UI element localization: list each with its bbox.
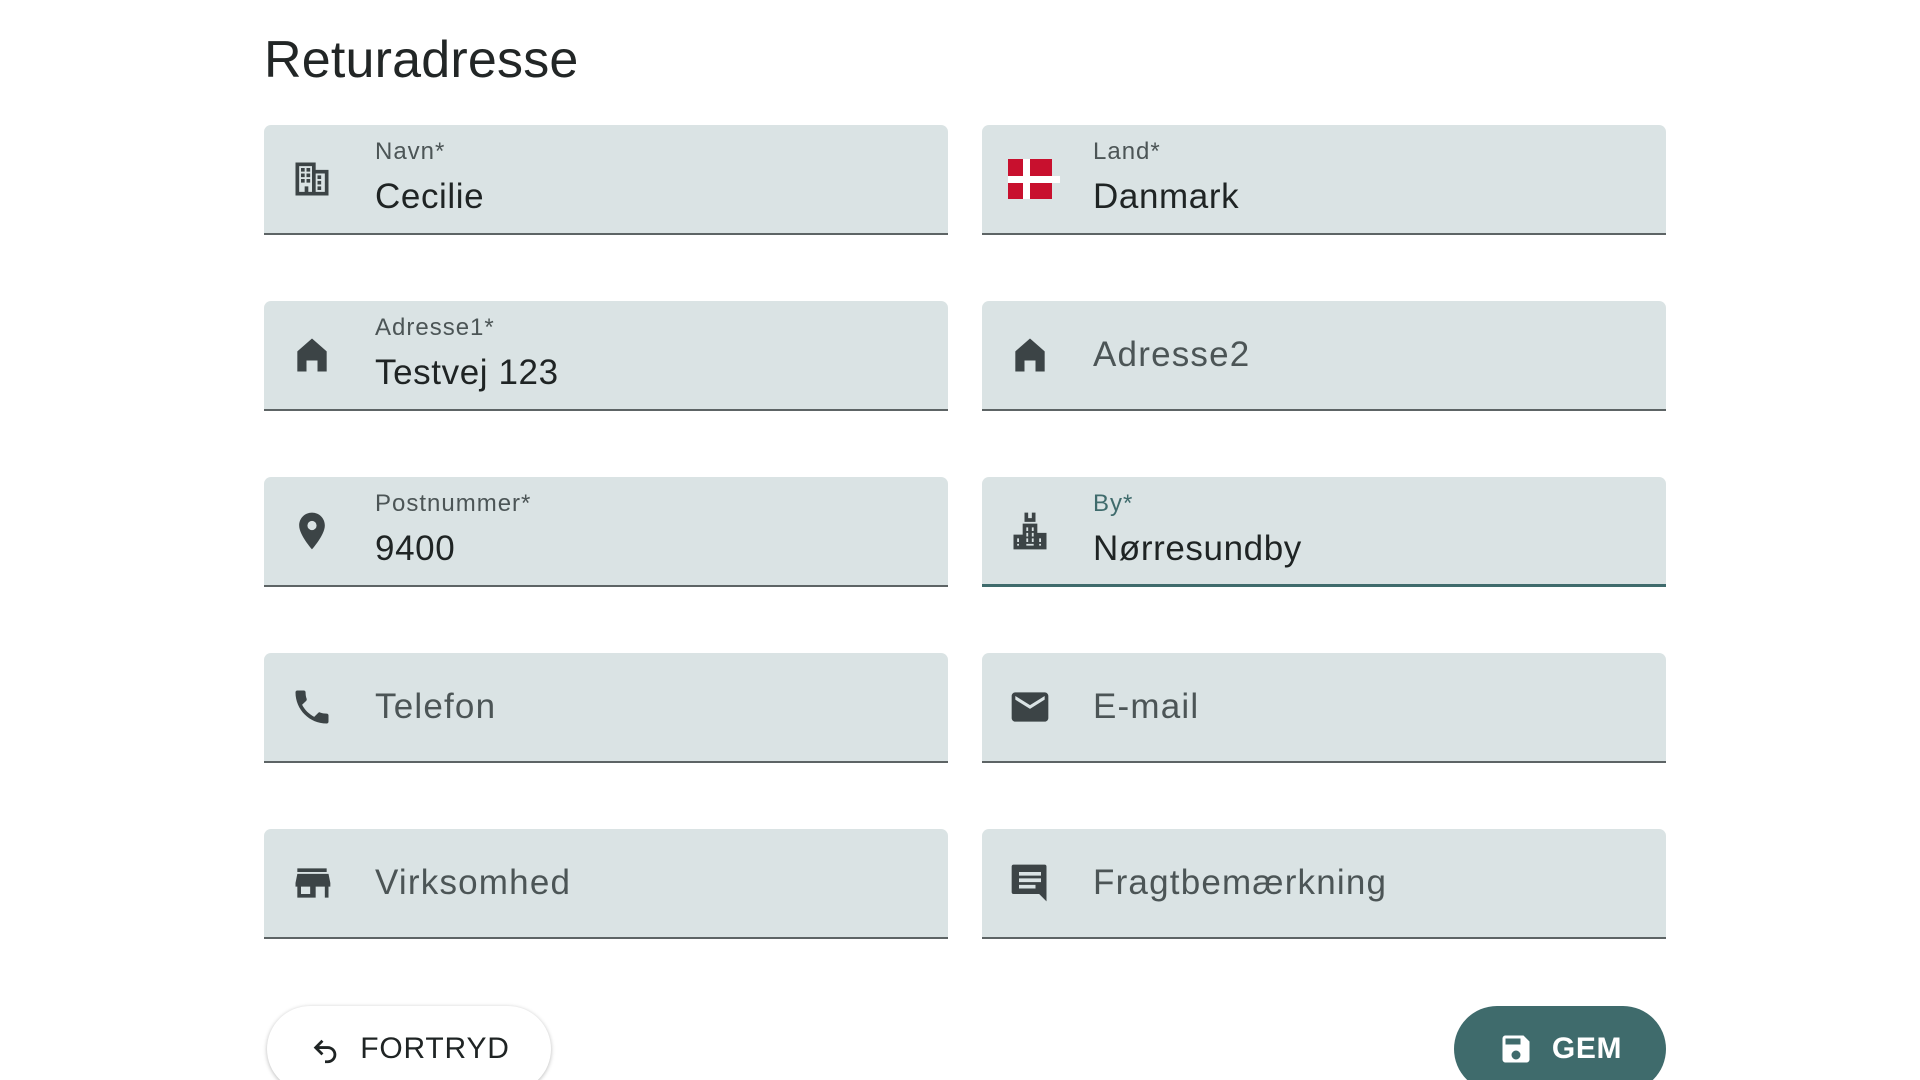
denmark-flag-icon (1008, 157, 1060, 201)
phone-field[interactable]: Telefon (264, 653, 948, 763)
comment-icon (1008, 861, 1052, 905)
address1-value: Testvej 123 (375, 353, 559, 392)
name-label: Navn* (375, 138, 446, 165)
freight-note-placeholder: Fragtbemærkning (1093, 863, 1388, 902)
postal-code-field[interactable]: Postnummer* 9400 (264, 477, 948, 587)
address2-placeholder: Adresse2 (1093, 335, 1251, 374)
mail-icon (1008, 685, 1052, 729)
cancel-label: FORTRYD (360, 1032, 510, 1065)
company-field[interactable]: Virksomhed (264, 829, 948, 939)
name-value: Cecilie (375, 177, 485, 216)
save-icon (1502, 1035, 1530, 1063)
home-icon (290, 333, 334, 377)
city-icon (1008, 509, 1052, 553)
store-icon (290, 861, 334, 905)
company-placeholder: Virksomhed (375, 863, 572, 902)
city-field[interactable]: By* Nørresundby (982, 477, 1666, 587)
building-icon (290, 157, 334, 201)
country-label: Land* (1093, 138, 1161, 165)
freight-note-field[interactable]: Fragtbemærkning (982, 829, 1666, 939)
country-select[interactable]: Land* Danmark (982, 125, 1666, 235)
save-button[interactable]: GEM (1454, 1006, 1666, 1080)
undo-icon (313, 1039, 337, 1064)
address1-label: Adresse1* (375, 314, 495, 341)
city-value: Nørresundby (1093, 529, 1302, 568)
city-label: By* (1093, 490, 1134, 517)
page-title: Returadresse (264, 31, 579, 89)
phone-icon (290, 685, 334, 729)
location-pin-icon (290, 509, 334, 553)
postal-code-label: Postnummer* (375, 490, 532, 517)
address2-field[interactable]: Adresse2 (982, 301, 1666, 411)
home-icon (1008, 333, 1052, 377)
save-label: GEM (1551, 1032, 1623, 1065)
address-form: Navn* Cecilie Land* Danmark Adresse1* Te… (264, 125, 1666, 939)
country-value: Danmark (1093, 177, 1240, 216)
address1-field[interactable]: Adresse1* Testvej 123 (264, 301, 948, 411)
email-field[interactable]: E-mail (982, 653, 1666, 763)
return-address-page: Returadresse Navn* Cecilie Land* Danmark… (0, 0, 1920, 1080)
email-placeholder: E-mail (1093, 687, 1200, 726)
cancel-button[interactable]: FORTRYD (267, 1006, 551, 1080)
name-field[interactable]: Navn* Cecilie (264, 125, 948, 235)
phone-placeholder: Telefon (375, 687, 497, 726)
postal-code-value: 9400 (375, 529, 456, 568)
